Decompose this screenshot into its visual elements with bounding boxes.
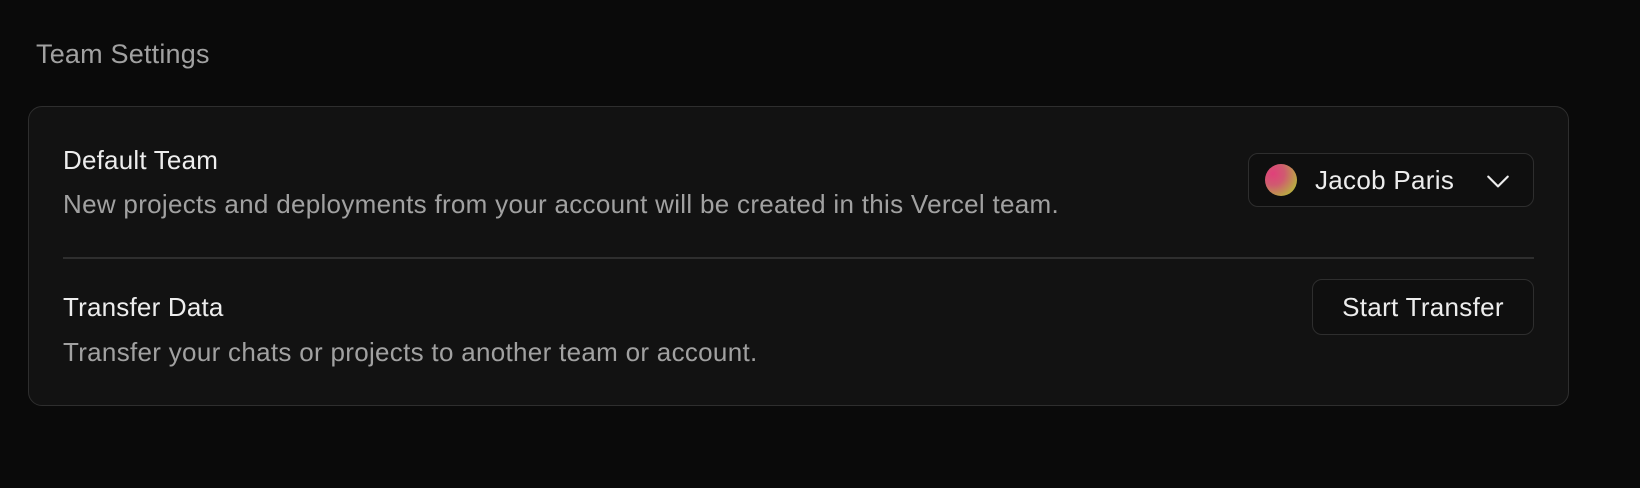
default-team-row: Default Team New projects and deployment… <box>63 107 1534 247</box>
transfer-data-title: Transfer Data <box>63 292 224 322</box>
section-title: Team Settings <box>36 39 210 69</box>
selected-team-name: Jacob Paris <box>1315 165 1455 195</box>
transfer-data-description: Transfer your chats or projects to anoth… <box>63 337 758 367</box>
default-team-description: New projects and deployments from your a… <box>63 189 1060 219</box>
team-settings-card: Default Team New projects and deployment… <box>28 106 1569 406</box>
start-transfer-button[interactable]: Start Transfer <box>1312 279 1534 335</box>
default-team-select[interactable]: Jacob Paris <box>1248 153 1534 207</box>
transfer-data-row: Transfer Data Transfer your chats or pro… <box>63 257 1534 397</box>
chevron-down-icon <box>1487 175 1509 188</box>
default-team-title: Default Team <box>63 145 219 175</box>
team-avatar <box>1265 164 1297 196</box>
